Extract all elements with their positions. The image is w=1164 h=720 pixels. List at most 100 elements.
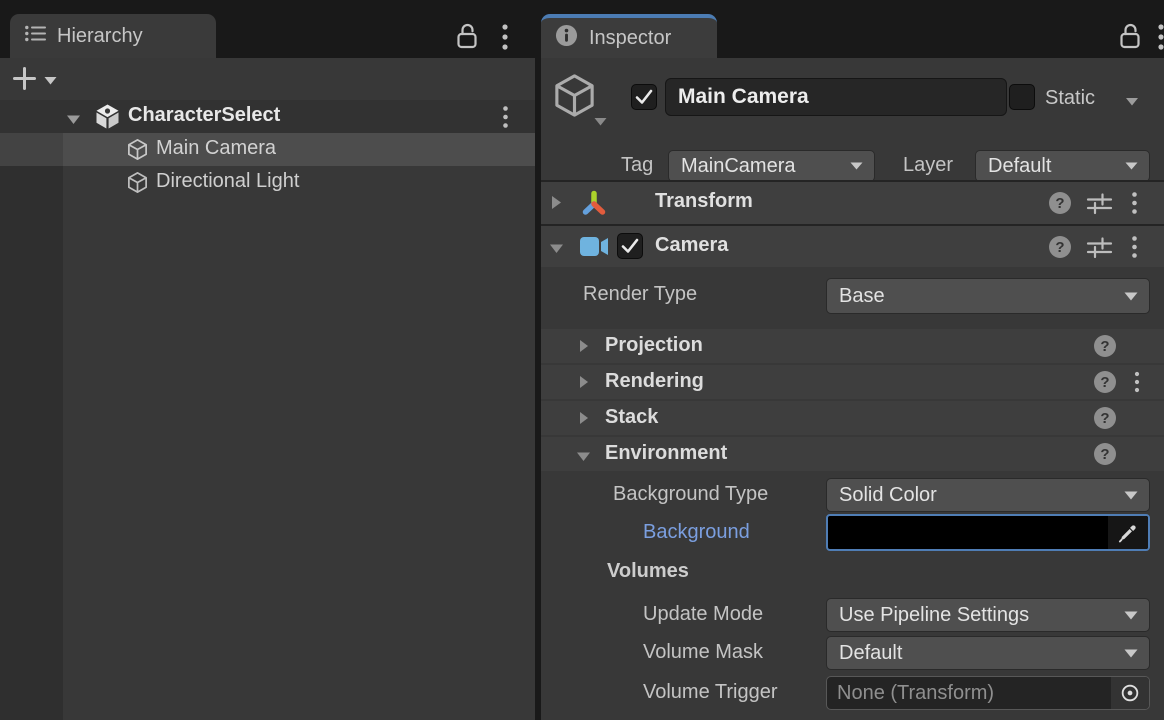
scene-menu-kebab-icon[interactable]: [502, 105, 509, 132]
camera-icon: [579, 236, 609, 262]
tree-row-scene[interactable]: CharacterSelect: [0, 100, 535, 133]
transform-title: Transform: [655, 190, 753, 213]
svg-text:?: ?: [1100, 446, 1109, 463]
chevron-down-icon: [1124, 292, 1138, 301]
render-type-dropdown[interactable]: Base: [826, 278, 1150, 314]
create-object-button[interactable]: [12, 66, 57, 94]
hierarchy-list-icon: [24, 24, 46, 48]
background-type-dropdown[interactable]: Solid Color: [826, 478, 1150, 512]
camera-enabled-checkbox[interactable]: [617, 233, 643, 259]
camera-component-header[interactable]: Camera ?: [541, 226, 1164, 267]
help-icon[interactable]: ?: [1093, 442, 1117, 469]
section-label: Stack: [605, 406, 658, 429]
hierarchy-tab-label: Hierarchy: [57, 25, 143, 48]
tree-row-main-camera[interactable]: Main Camera: [0, 133, 535, 166]
component-menu-kebab-icon[interactable]: [1131, 235, 1138, 262]
chevron-down-icon: [1124, 491, 1138, 500]
volume-trigger-label: Volume Trigger: [643, 681, 778, 704]
volume-trigger-object-field[interactable]: None (Transform): [826, 676, 1150, 710]
scene-name: CharacterSelect: [128, 104, 280, 127]
hierarchy-lock-icon[interactable]: [455, 22, 479, 53]
chevron-down-icon: [1125, 162, 1138, 170]
chevron-down-icon: [1124, 611, 1138, 620]
svg-text:?: ?: [1100, 410, 1109, 427]
tree-item-label: Main Camera: [156, 137, 276, 160]
section-rendering[interactable]: Rendering ?: [541, 365, 1164, 399]
volume-mask-dropdown[interactable]: Default: [826, 636, 1150, 670]
gameobject-cube-icon: [126, 171, 149, 199]
svg-text:?: ?: [1100, 374, 1109, 391]
inspector-tab-label: Inspector: [589, 27, 671, 50]
foldout-closed-icon: [579, 375, 589, 394]
inspector-panel: Inspector Main Camera Static Tag: [541, 0, 1164, 720]
eyedropper-icon[interactable]: [1108, 516, 1148, 549]
section-menu-kebab-icon[interactable]: [1134, 371, 1140, 396]
tree-row-directional-light[interactable]: Directional Light: [0, 166, 535, 199]
presets-icon[interactable]: [1086, 236, 1113, 262]
tab-hierarchy[interactable]: Hierarchy: [10, 14, 216, 58]
foldout-closed-icon: [579, 339, 589, 358]
chevron-down-icon: [850, 162, 863, 170]
inspector-menu-kebab-icon[interactable]: [1157, 23, 1164, 54]
tag-dropdown[interactable]: MainCamera: [668, 150, 875, 182]
transform-icon: [579, 188, 609, 223]
gameobject-icon[interactable]: [551, 72, 598, 124]
chevron-down-icon: [44, 73, 57, 88]
section-stack[interactable]: Stack ?: [541, 401, 1164, 435]
update-mode-dropdown[interactable]: Use Pipeline Settings: [826, 598, 1150, 632]
hierarchy-tabbar: Hierarchy: [0, 0, 535, 58]
hierarchy-panel: Hierarchy: [0, 0, 535, 720]
unity-scene-icon: [94, 103, 121, 135]
render-type-label: Render Type: [583, 283, 697, 306]
foldout-open-icon[interactable]: [66, 112, 81, 130]
active-checkbox[interactable]: [631, 84, 657, 110]
svg-text:?: ?: [1055, 195, 1064, 212]
object-picker-target-icon[interactable]: [1111, 677, 1149, 709]
layer-dropdown[interactable]: Default: [975, 150, 1150, 182]
help-icon[interactable]: ?: [1093, 334, 1117, 361]
inspector-tabbar: Inspector: [541, 0, 1164, 58]
transform-component-header[interactable]: Transform ?: [541, 182, 1164, 224]
update-mode-value: Use Pipeline Settings: [839, 604, 1029, 627]
help-icon[interactable]: ?: [1048, 235, 1072, 262]
foldout-open-icon: [576, 449, 591, 467]
gameobject-icon-chevron-down-icon[interactable]: [594, 113, 607, 131]
plus-icon: [12, 66, 37, 94]
volume-mask-value: Default: [839, 642, 902, 665]
background-label: Background: [643, 521, 750, 544]
inspector-lock-icon[interactable]: [1118, 22, 1142, 53]
help-icon[interactable]: ?: [1093, 370, 1117, 397]
svg-text:?: ?: [1100, 338, 1109, 355]
layer-value: Default: [988, 155, 1051, 178]
section-environment[interactable]: Environment ?: [541, 437, 1164, 471]
foldout-closed-icon[interactable]: [551, 195, 562, 215]
presets-icon[interactable]: [1086, 192, 1113, 218]
tag-label: Tag: [621, 154, 653, 177]
volume-mask-label: Volume Mask: [643, 641, 763, 664]
render-type-value: Base: [839, 285, 885, 308]
section-label: Projection: [605, 334, 703, 357]
gameobject-name-field[interactable]: Main Camera: [665, 78, 1007, 116]
hierarchy-toolbar: [0, 58, 535, 100]
foldout-closed-icon: [579, 411, 589, 430]
help-icon[interactable]: ?: [1093, 406, 1117, 433]
chevron-down-icon: [1124, 649, 1138, 658]
section-label: Environment: [605, 442, 727, 465]
section-projection[interactable]: Projection ?: [541, 329, 1164, 363]
background-type-value: Solid Color: [839, 484, 937, 507]
background-color-swatch[interactable]: [826, 514, 1150, 551]
static-checkbox[interactable]: [1009, 84, 1035, 110]
help-icon[interactable]: ?: [1048, 191, 1072, 218]
tab-inspector[interactable]: Inspector: [541, 14, 717, 58]
layer-label: Layer: [903, 154, 953, 177]
volume-trigger-value: None (Transform): [827, 682, 1111, 705]
foldout-open-icon[interactable]: [549, 241, 564, 259]
background-type-label: Background Type: [613, 483, 768, 506]
component-menu-kebab-icon[interactable]: [1131, 191, 1138, 218]
tag-value: MainCamera: [681, 155, 795, 178]
volumes-header: Volumes: [607, 560, 689, 583]
svg-text:?: ?: [1055, 239, 1064, 256]
static-chevron-down-icon[interactable]: [1125, 93, 1139, 111]
hierarchy-menu-kebab-icon[interactable]: [501, 23, 509, 54]
update-mode-label: Update Mode: [643, 603, 763, 626]
